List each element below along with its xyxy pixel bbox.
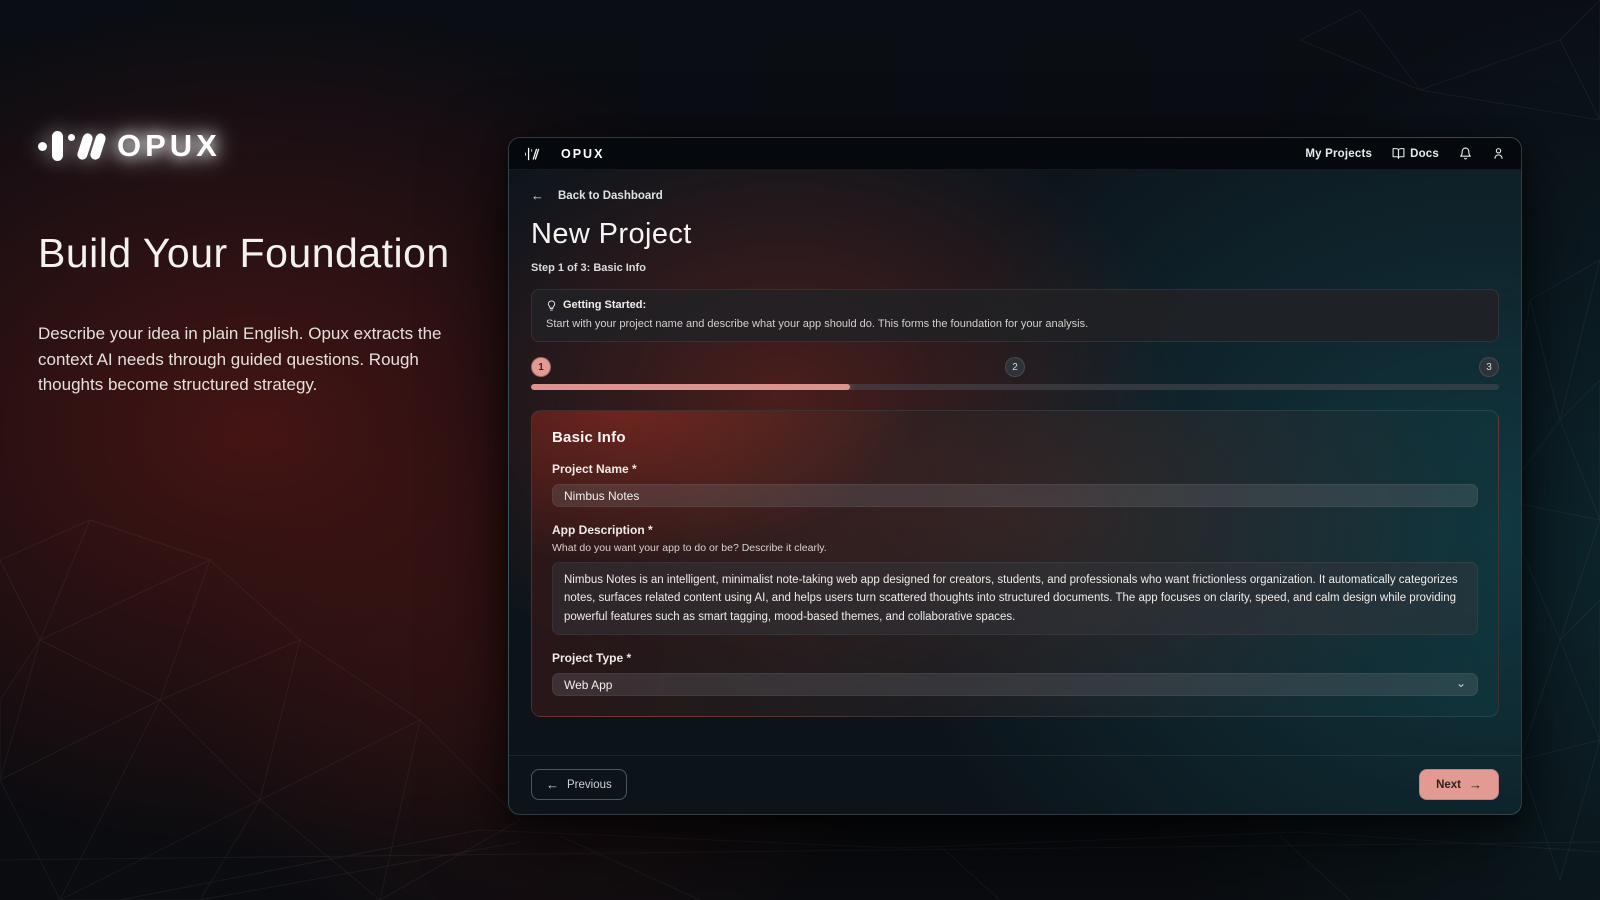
step-circle-2: 2 <box>1005 357 1025 377</box>
tip-title: Getting Started: <box>563 299 646 311</box>
project-type-label: Project Type * <box>552 651 1478 665</box>
app-description-helper: What do you want your app to do or be? D… <box>552 542 1478 554</box>
hero-description: Describe your idea in plain English. Opu… <box>38 321 478 398</box>
nav-docs[interactable]: Docs <box>1392 147 1439 160</box>
step-progress: 1 2 3 <box>531 357 1499 377</box>
nav-docs-label: Docs <box>1410 148 1439 160</box>
app-logo-text: OPUX <box>561 147 604 161</box>
book-icon <box>1392 147 1405 160</box>
notifications-button[interactable] <box>1459 147 1472 160</box>
step-indicator-text: Step 1 of 3: Basic Info <box>531 262 1499 274</box>
lightbulb-icon <box>546 300 557 311</box>
next-button-label: Next <box>1436 779 1461 791</box>
back-link-label: Back to Dashboard <box>558 190 663 202</box>
app-topbar: OPUX My Projects Docs <box>509 138 1521 170</box>
app-description-label: App Description * <box>552 523 1478 537</box>
tip-body: Start with your project name and describ… <box>546 318 1484 330</box>
opux-logo-icon <box>38 131 103 161</box>
step-circle-1: 1 <box>531 357 551 377</box>
arrow-right-icon: → <box>1469 777 1482 792</box>
nav-my-projects[interactable]: My Projects <box>1305 148 1372 160</box>
progress-bar-fill <box>531 384 850 390</box>
app-window: OPUX My Projects Docs <box>508 137 1522 815</box>
progress-bar-track <box>531 384 1499 390</box>
bell-icon <box>1459 147 1472 160</box>
app-logo[interactable]: OPUX <box>525 139 604 169</box>
previous-button-label: Previous <box>567 779 612 791</box>
wizard-footer: ← Previous Next → <box>509 755 1521 814</box>
form-heading: Basic Info <box>552 429 1478 446</box>
project-name-input[interactable]: Nimbus Notes <box>552 484 1478 507</box>
hero-logo-text: OPUX <box>117 128 221 164</box>
app-logo-icon <box>525 147 538 160</box>
topbar-nav: My Projects Docs <box>1305 147 1505 160</box>
app-description-textarea[interactable]: Nimbus Notes is an intelligent, minimali… <box>552 562 1478 635</box>
next-button[interactable]: Next → <box>1419 769 1499 800</box>
arrow-left-icon: ← <box>531 188 544 203</box>
step-circle-3: 3 <box>1479 357 1499 377</box>
arrow-left-icon: ← <box>546 777 559 792</box>
back-to-dashboard-link[interactable]: ← Back to Dashboard <box>531 188 663 203</box>
basic-info-card: Basic Info Project Name * Nimbus Notes A… <box>531 410 1499 717</box>
nav-my-projects-label: My Projects <box>1305 148 1372 160</box>
hero-panel: OPUX Build Your Foundation Describe your… <box>38 128 490 398</box>
previous-button[interactable]: ← Previous <box>531 769 627 800</box>
page-title: New Project <box>531 218 1499 251</box>
page-background: OPUX Build Your Foundation Describe your… <box>0 0 1600 900</box>
app-content: ← Back to Dashboard New Project Step 1 o… <box>509 170 1521 755</box>
opux-logo: OPUX <box>38 128 490 164</box>
account-button[interactable] <box>1492 147 1505 160</box>
getting-started-callout: Getting Started: Start with your project… <box>531 289 1499 342</box>
project-type-select[interactable]: Web App ⌄ <box>552 673 1478 696</box>
project-type-value: Web App <box>564 678 612 692</box>
hero-title: Build Your Foundation <box>38 230 490 277</box>
person-icon <box>1492 147 1505 160</box>
project-name-label: Project Name * <box>552 462 1478 476</box>
